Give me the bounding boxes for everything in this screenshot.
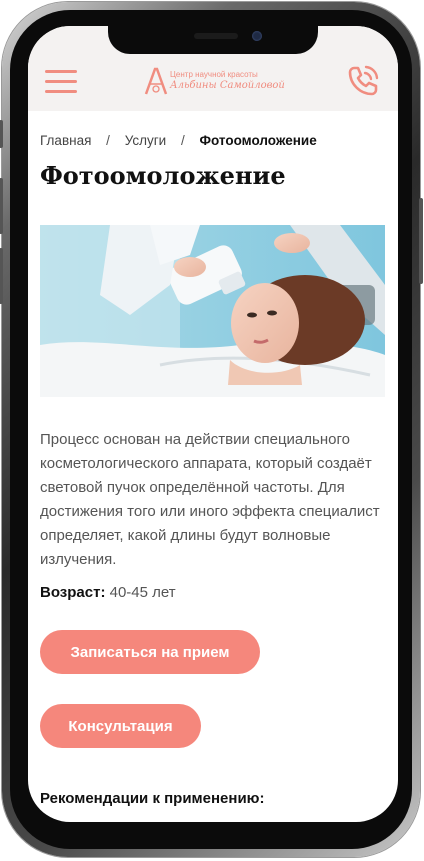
mute-switch [0,120,3,148]
treatment-photo [40,225,385,397]
breadcrumb: Главная / Услуги / Фотоомоложение [40,133,317,148]
volume-down-button [0,248,3,304]
hamburger-menu-icon[interactable] [45,70,77,94]
site-logo[interactable]: Центр научной красоты Альбины Самойловой [144,66,285,98]
book-appointment-button[interactable]: Записаться на прием [40,630,260,674]
logo-mark-icon [144,67,168,95]
breadcrumb-services-link[interactable]: Услуги [125,133,167,148]
breadcrumb-home-link[interactable]: Главная [40,133,91,148]
breadcrumb-separator: / [180,133,185,148]
recommendations-heading: Рекомендации к применению: [40,790,265,807]
logo-tagline: Центр научной красоты [170,70,258,79]
consultation-button[interactable]: Консультация [40,704,201,748]
notch [108,26,318,54]
power-button [419,198,423,284]
breadcrumb-separator: / [106,133,110,148]
service-description: Процесс основан на действии специального… [40,431,380,568]
age-info: Возраст: 40-45 лет [40,584,176,601]
logo-name: Альбины Самойловой [170,80,285,91]
front-camera [252,31,262,41]
phone-call-icon[interactable] [346,64,380,98]
phone-screen: Центр научной красоты Альбины Самойловой… [28,26,398,822]
breadcrumb-current: Фотоомоложение [199,133,317,148]
treatment-photo-illustration [40,225,385,397]
age-value: 40-45 лет [109,584,176,601]
speaker-grille [194,33,238,39]
volume-up-button [0,178,3,234]
age-label: Возраст: [40,584,106,601]
page-title: Фотоомоложение [40,161,286,190]
